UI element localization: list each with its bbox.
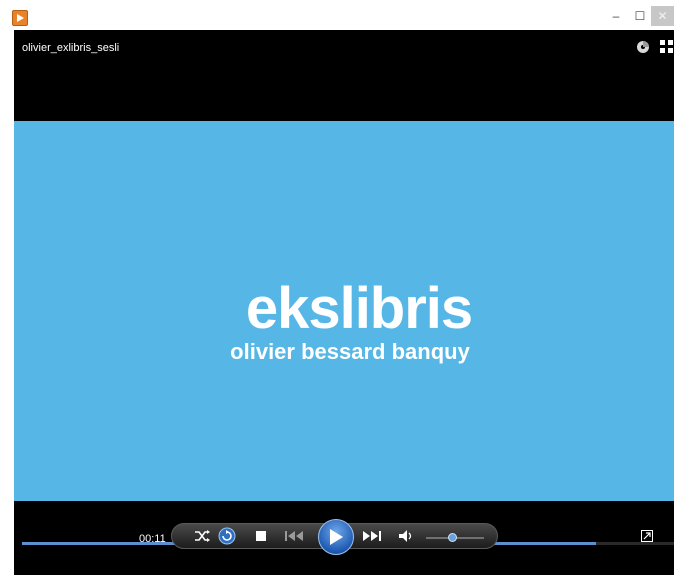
- window-titlebar: – ☐ ✕: [0, 0, 674, 30]
- rip-cd-icon[interactable]: [636, 40, 650, 54]
- video-title-text: ekslibris: [245, 276, 473, 341]
- media-player: olivier_exlibris_sesli ekslibris olivier…: [14, 30, 674, 575]
- play-icon[interactable]: [318, 519, 354, 555]
- video-subtitle-text: olivier bessard banquy: [230, 339, 470, 364]
- fullscreen-icon[interactable]: [640, 526, 654, 546]
- close-button[interactable]: ✕: [651, 6, 674, 26]
- repeat-icon[interactable]: [217, 526, 237, 546]
- volume-icon[interactable]: [398, 526, 416, 546]
- next-icon[interactable]: [358, 526, 388, 546]
- switch-to-library-icon[interactable]: [660, 40, 674, 54]
- maximize-button[interactable]: ☐: [629, 6, 651, 26]
- volume-slider[interactable]: [426, 533, 484, 542]
- media-title: olivier_exlibris_sesli: [22, 42, 120, 54]
- minimize-button[interactable]: –: [605, 6, 627, 26]
- media-player-app-icon[interactable]: [12, 10, 28, 26]
- previous-icon[interactable]: [280, 526, 310, 546]
- shuffle-icon[interactable]: [192, 526, 212, 546]
- elapsed-time: 00:11: [139, 533, 166, 545]
- stop-icon[interactable]: [253, 526, 269, 546]
- video-frame[interactable]: ekslibris olivier bessard banquy: [14, 121, 674, 501]
